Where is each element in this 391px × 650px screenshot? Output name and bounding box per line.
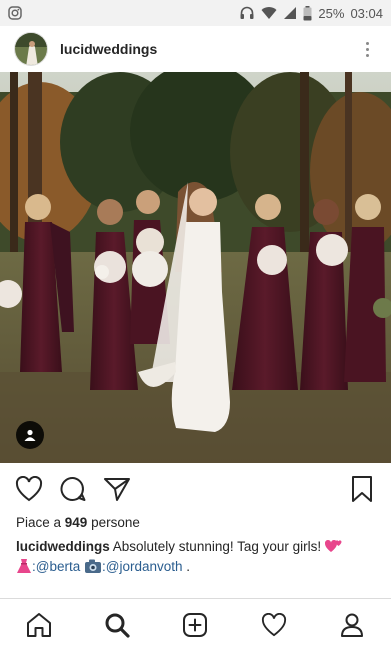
comment-icon[interactable]: [58, 474, 88, 504]
battery-icon: [303, 5, 312, 20]
mention-jordanvoth[interactable]: :@jordanvoth: [102, 559, 183, 574]
post-header: lucidweddings: [0, 26, 391, 72]
post-photo[interactable]: [0, 72, 391, 463]
send-icon[interactable]: [102, 474, 132, 504]
wifi-icon: [261, 7, 277, 20]
more-options-icon[interactable]: [357, 37, 377, 61]
dress-emoji-icon: [17, 559, 31, 573]
search-icon[interactable]: [97, 605, 137, 645]
clock: 03:04: [350, 5, 383, 21]
user-tag-icon[interactable]: [16, 421, 44, 449]
status-bar: 25% 03:04: [0, 0, 391, 26]
bookmark-icon[interactable]: [347, 474, 377, 504]
signal-icon: [284, 7, 297, 19]
profile-icon[interactable]: [332, 605, 372, 645]
post-caption: lucidweddings Absolutely stunning! Tag y…: [16, 537, 381, 577]
caption-username[interactable]: lucidweddings: [16, 539, 110, 554]
post-actions: [0, 470, 391, 508]
mention-berta[interactable]: :@berta: [32, 559, 80, 574]
headphones-icon: [240, 6, 254, 19]
battery-level: 25%: [318, 5, 345, 21]
home-icon[interactable]: [19, 605, 59, 645]
add-post-icon[interactable]: [175, 605, 215, 645]
two-hearts-emoji-icon: [324, 539, 342, 552]
activity-heart-icon[interactable]: [254, 605, 294, 645]
avatar[interactable]: [14, 32, 48, 66]
heart-icon[interactable]: [14, 474, 44, 504]
caption-text: Absolutely stunning! Tag your girls!: [109, 539, 322, 554]
camera-emoji-icon: [85, 559, 101, 573]
bottom-navigation: [0, 598, 391, 650]
instagram-notification-icon: [8, 6, 22, 20]
post-username[interactable]: lucidweddings: [60, 41, 357, 57]
likes-count[interactable]: Piace a 949 persone: [16, 515, 140, 530]
wedding-party-image: [0, 72, 391, 463]
